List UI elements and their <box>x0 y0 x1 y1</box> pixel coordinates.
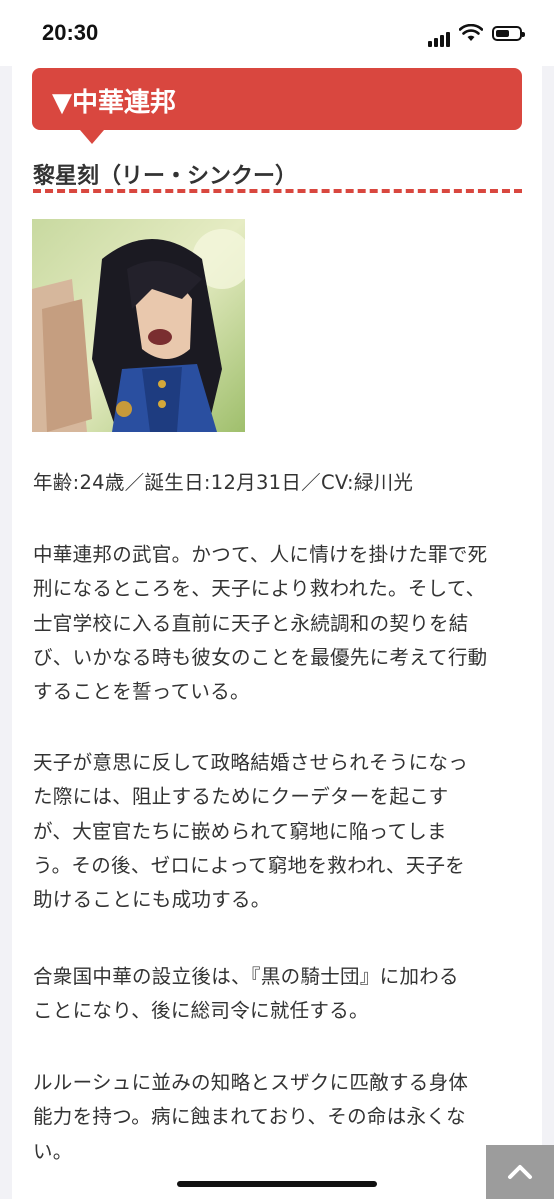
paragraph-2: 天子が意思に反して政略結婚させられそうになっ た際には、阻止するためにクーデター… <box>33 746 513 917</box>
paragraph-line: 中華連邦の武官。かつて、人に情けを掛けた罪で死 <box>33 543 488 566</box>
status-time: 20:30 <box>42 20 99 45</box>
wifi-icon <box>458 23 484 46</box>
paragraph-line: ルルーシュに並みの知略とスザクに匹敵する身体 <box>33 1071 469 1094</box>
cellular-signal-icon <box>428 28 452 47</box>
paragraph-line: た際には、阻止するためにクーデターを起こす <box>33 785 449 809</box>
character-profile: 年齢:24歳／誕生日:12月31日／CV:緑川光 <box>33 471 414 494</box>
paragraph-line: 助けることにも成功する。 <box>33 888 271 912</box>
battery-level <box>496 30 509 37</box>
paragraph-4: ルルーシュに並みの知略とスザクに匹敵する身体 能力を持つ。病に蝕まれており、その… <box>33 1066 513 1169</box>
section-header: ▼中華連邦 <box>32 68 522 144</box>
status-bar: 20:30 <box>0 0 554 66</box>
paragraph-line: 能力を持つ。病に蝕まれており、その命は永くな <box>33 1105 466 1129</box>
paragraph-line: 合衆国中華の設立後は、『黒の騎士団』に加わる <box>33 965 459 988</box>
paragraph-line: 士官学校に入る直前に天子と永続調和の契りを結 <box>33 611 469 635</box>
paragraph-line: う。その後、ゼロによって窮地を救われ、天子を <box>33 853 466 877</box>
character-name: 黎星刻（リー・シンクー） <box>33 164 298 189</box>
paragraph-line: することを誓っている。 <box>33 680 250 704</box>
scroll-to-top-button[interactable] <box>486 1145 554 1199</box>
home-indicator[interactable] <box>177 1181 377 1187</box>
paragraph-line: 刑になるところを、天子により救われた。そして、 <box>33 577 486 601</box>
battery-icon <box>492 26 525 41</box>
chevron-up-icon <box>508 1165 532 1179</box>
paragraph-line: が、大宦官たちに嵌められて窮地に陥ってしま <box>33 819 447 843</box>
paragraph-1: 中華連邦の武官。かつて、人に情けを掛けた罪で死 刑になるところを、天子により救わ… <box>33 538 513 709</box>
dashed-divider <box>33 189 522 193</box>
paragraph-line: び、いかなる時も彼女のことを最優先に考えて行動 <box>33 645 488 669</box>
character-portrait-image <box>32 219 245 432</box>
section-title: ▼中華連邦 <box>52 88 176 118</box>
paragraph-line: ことになり、後に総司令に就任する。 <box>33 999 369 1023</box>
paragraph-line: 天子が意思に反して政略結婚させられそうになっ <box>33 751 469 774</box>
paragraph-3: 合衆国中華の設立後は、『黒の騎士団』に加わる ことになり、後に総司令に就任する。 <box>33 960 513 1029</box>
paragraph-line: い。 <box>33 1139 73 1163</box>
